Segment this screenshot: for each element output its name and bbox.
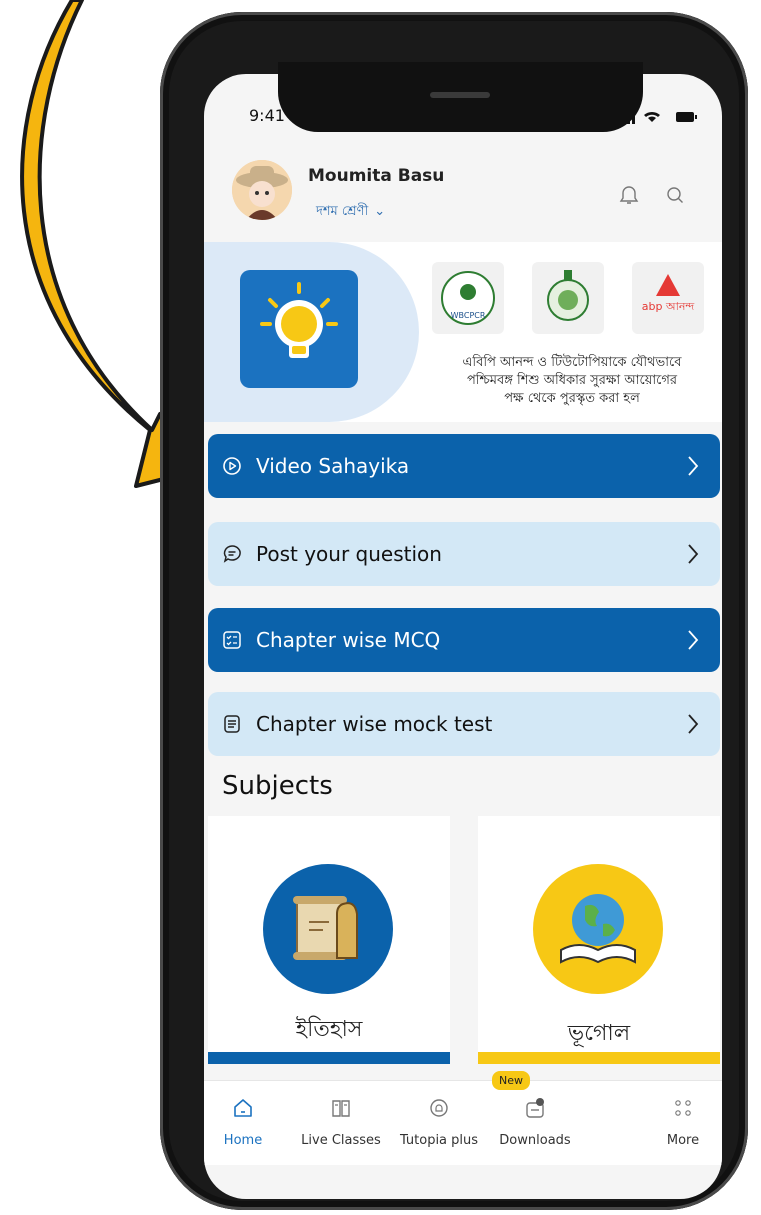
subjects-heading: Subjects <box>222 771 333 801</box>
app-screen: 9:41 Moumita Basu দশম শ্রেণী ⌄ WBCPCR ab… <box>204 74 722 1199</box>
wbcpcr-logo: WBCPCR <box>432 262 504 334</box>
chevron-right-icon <box>688 544 699 564</box>
grade-label: দশম শ্রেণী <box>316 204 369 219</box>
award-caption-line: এবিপি আনন্দ ও টিউটোপিয়াকে যৌথভাবে <box>462 355 682 370</box>
subject-card-history[interactable]: ইতিহাস <box>208 816 450 1064</box>
wbcpcr-logo-text: WBCPCR <box>451 311 486 320</box>
history-scroll-icon <box>263 864 393 994</box>
book-icon <box>332 1100 350 1117</box>
video-sahayika-button[interactable]: Video Sahayika <box>208 434 720 498</box>
chapter-mock-test-button[interactable]: Chapter wise mock test <box>208 692 720 756</box>
chevron-down-icon: ⌄ <box>374 204 386 219</box>
nav-home[interactable]: Home <box>204 1081 288 1165</box>
phone-speaker <box>430 92 490 98</box>
chat-bubble-icon <box>223 545 241 563</box>
home-icon <box>234 1099 252 1117</box>
subject-card-geography[interactable]: ভূগোল <box>478 816 720 1064</box>
globe-book-icon <box>533 864 663 994</box>
government-seal-logo <box>532 262 604 334</box>
avatar[interactable] <box>232 160 292 220</box>
chapter-mock-test-label: Chapter wise mock test <box>256 712 493 736</box>
video-sahayika-label: Video Sahayika <box>256 454 410 478</box>
abp-logo-text: abp আনন্দ <box>642 300 695 313</box>
chapter-mcq-label: Chapter wise MCQ <box>256 628 441 652</box>
nav-tutopia-plus-label: Tutopia plus <box>399 1133 479 1148</box>
chapter-mcq-button[interactable]: Chapter wise MCQ <box>208 608 720 672</box>
nav-live-classes[interactable]: Live Classes <box>296 1081 386 1165</box>
award-caption-line: পশ্চিমবঙ্গ শিশু অধিকার সুরক্ষা আয়োগের <box>466 373 678 388</box>
nav-downloads-label: Downloads <box>499 1133 571 1148</box>
search-icon[interactable] <box>664 184 686 206</box>
user-name: Moumita Basu <box>308 166 445 186</box>
nav-tutopia-plus[interactable]: Tutopia plus <box>394 1081 484 1165</box>
light-bulb-icon <box>260 282 338 358</box>
award-banner[interactable]: WBCPCR abp আনন্দ এবিপি আনন্দ ও টিউটোপিয়… <box>204 242 722 422</box>
post-question-label: Post your question <box>256 542 442 566</box>
bottom-navigation: Home Live Classes Tutopia plus New Downl… <box>204 1071 722 1165</box>
downloads-icon <box>526 1098 544 1118</box>
subject-accent-bar <box>478 1052 720 1064</box>
checklist-icon <box>223 631 241 649</box>
document-icon <box>224 715 240 733</box>
subject-accent-bar <box>208 1052 450 1064</box>
tutopia-plus-icon <box>430 1099 448 1117</box>
subject-label-geography: ভূগোল <box>567 1021 631 1046</box>
tutopia-logo <box>240 270 358 388</box>
post-question-button[interactable]: Post your question <box>208 522 720 586</box>
nav-home-label: Home <box>223 1133 263 1148</box>
subject-label-history: ইতিহাস <box>295 1017 363 1042</box>
play-circle-icon <box>223 457 241 475</box>
bell-icon[interactable] <box>618 184 640 206</box>
chevron-right-icon <box>688 714 699 734</box>
award-caption-line: পক্ষ থেকে পুরস্কৃত করা হল <box>504 391 640 406</box>
chevron-right-icon <box>688 630 699 650</box>
abp-ananda-logo: abp আনন্দ <box>632 262 704 334</box>
award-caption: এবিপি আনন্দ ও টিউটোপিয়াকে যৌথভাবে পশ্চি… <box>422 354 722 408</box>
grade-selector[interactable]: দশম শ্রেণী ⌄ <box>316 202 385 223</box>
grid-dots-icon <box>675 1100 691 1116</box>
chevron-right-icon <box>688 456 699 476</box>
nav-downloads[interactable]: Downloads <box>490 1081 580 1165</box>
nav-more[interactable]: More <box>648 1081 718 1165</box>
nav-live-classes-label: Live Classes <box>301 1133 381 1148</box>
status-time: 9:41 <box>249 106 285 125</box>
nav-more-label: More <box>666 1133 700 1148</box>
